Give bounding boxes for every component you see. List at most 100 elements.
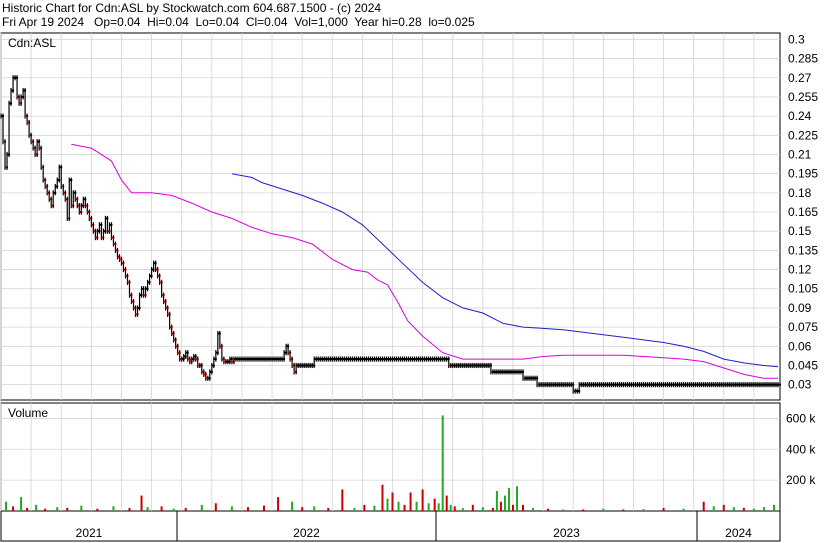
volume-bar: [772, 504, 775, 511]
volume-bar: [80, 505, 83, 511]
volume-bar: [503, 495, 506, 511]
volume-bar: [547, 508, 550, 511]
volume-bar: [301, 507, 304, 511]
volume-bar: [56, 507, 59, 511]
close-tick: [777, 383, 781, 386]
volume-bar: [313, 506, 316, 511]
volume-bar: [140, 495, 143, 511]
volume-bar: [341, 489, 344, 511]
volume-bar: [471, 504, 474, 511]
volume-bar: [172, 508, 175, 511]
volume-bar: [491, 507, 494, 511]
price-tick-label: 0.045: [788, 358, 818, 372]
volume-bar: [532, 507, 535, 511]
volume-bar: [421, 489, 424, 511]
price-tick-label: 0.18: [788, 186, 812, 200]
volume-bar: [602, 508, 605, 511]
volume-bar: [230, 506, 233, 511]
volume-bar: [12, 506, 15, 511]
volume-bar: [20, 497, 23, 511]
year-label: 2024: [725, 526, 752, 540]
volume-bar: [96, 508, 99, 511]
volume-bar: [35, 504, 38, 511]
price-tick-label: 0.105: [788, 282, 818, 296]
price-tick-label: 0.12: [788, 263, 812, 277]
year-label: 2022: [293, 526, 320, 540]
volume-bar: [742, 507, 745, 511]
volume-tick-label: 200 k: [786, 473, 816, 487]
volume-bar: [397, 501, 400, 511]
volume-bar: [732, 507, 735, 511]
price-tick-label: 0.09: [788, 301, 812, 315]
volume-bar: [409, 492, 412, 511]
volume-bar: [26, 507, 29, 511]
volume-bar: [752, 508, 755, 511]
year-label: 2023: [553, 526, 580, 540]
volume-bar: [582, 509, 585, 511]
stock-chart: 0.3 0.285 0.27 0.255 0.24 0.225 0.21 0.195 0.18 0…: [0, 32, 818, 542]
volume-bar: [353, 507, 356, 511]
price-tick-label: 0.285: [788, 52, 818, 66]
volume-bar: [522, 504, 525, 511]
volume-bar: [642, 509, 645, 511]
volume-bar: [481, 507, 484, 511]
volume-bar: [386, 498, 389, 511]
price-tick-label: 0.255: [788, 90, 818, 104]
volume-bar: [403, 504, 406, 511]
volume-bar: [291, 501, 294, 511]
volume-bar: [66, 507, 69, 511]
volume-bar: [461, 507, 464, 511]
x-axis-strip: [0, 510, 781, 542]
volume-bar: [511, 504, 514, 511]
volume-bar: [391, 492, 394, 511]
volume-bar: [449, 504, 452, 511]
volume-bar: [415, 501, 418, 511]
price-tick-label: 0.27: [788, 71, 812, 85]
volume-bar: [712, 506, 715, 511]
volume-bar: [214, 503, 217, 511]
volume-bar: [682, 508, 685, 511]
volume-bar: [277, 497, 280, 511]
price-tick-label: 0.165: [788, 205, 818, 219]
volume-bar: [160, 506, 163, 511]
volume-bar: [622, 509, 625, 511]
price-tick-label: 0.195: [788, 167, 818, 181]
volume-bar: [44, 508, 47, 511]
volume-bar: [437, 503, 440, 511]
volume-bar: [5, 501, 8, 511]
volume-bar: [702, 501, 705, 511]
volume-bar: [499, 501, 502, 511]
price-tick-label: 0.24: [788, 109, 812, 123]
price-panel-title: Cdn:ASL: [8, 36, 56, 50]
volume-bar: [722, 504, 725, 511]
price-tick-label: 0.21: [788, 147, 812, 161]
price-tick-label: 0.135: [788, 243, 818, 257]
volume-bar: [263, 505, 266, 511]
volume-bar: [562, 509, 565, 511]
volume-bar: [200, 504, 203, 511]
volume-bar: [327, 507, 330, 511]
volume-bar: [363, 504, 366, 511]
year-label: 2021: [76, 526, 103, 540]
volume-bar: [453, 506, 456, 511]
volume-bar: [445, 495, 448, 511]
price-tick-label: 0.15: [788, 224, 812, 238]
price-tick-label: 0.075: [788, 320, 818, 334]
volume-bar: [662, 507, 665, 511]
price-panel-frame: [0, 32, 781, 401]
volume-bar: [515, 486, 518, 511]
volume-bar: [507, 487, 510, 511]
volume-bar: [373, 505, 376, 511]
volume-bar: [762, 507, 765, 511]
volume-bar: [433, 498, 436, 511]
volume-bar: [112, 506, 115, 511]
volume-bar: [246, 507, 249, 511]
volume-bar: [146, 507, 149, 511]
price-tick-label: 0.225: [788, 128, 818, 142]
volume-tick-label: 600 k: [786, 411, 816, 425]
price-tick-label: 0.03: [788, 378, 812, 392]
price-tick-label: 0.3: [788, 32, 805, 46]
volume-panel-title: Volume: [8, 406, 48, 420]
volume-bar: [441, 415, 444, 511]
volume-bar: [184, 507, 187, 511]
